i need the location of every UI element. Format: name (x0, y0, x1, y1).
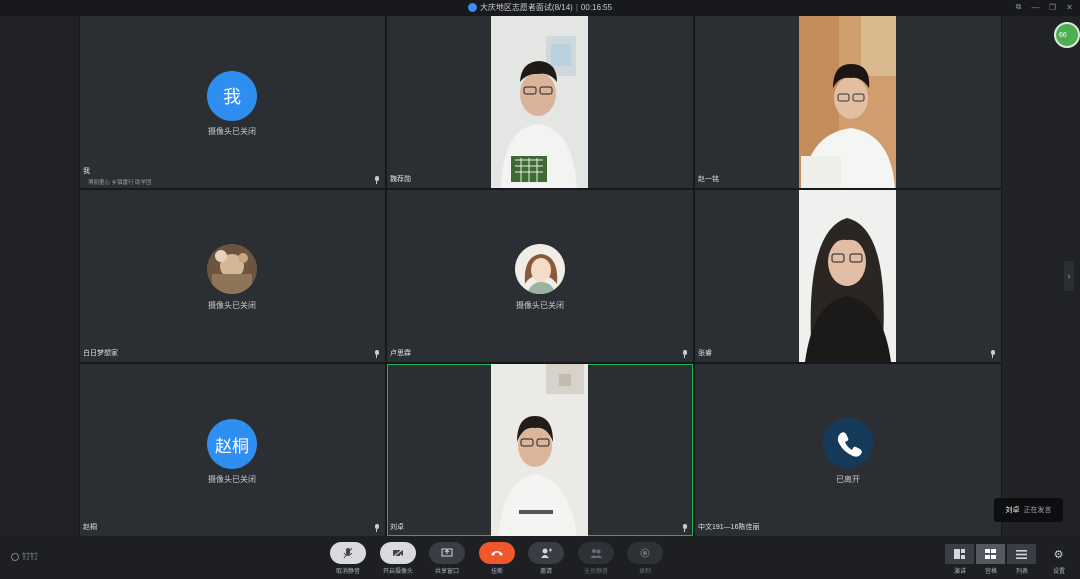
list-view-button[interactable] (1007, 544, 1036, 564)
participant-tile-avatar[interactable]: 摄像头已关闭 卢思霖 (387, 190, 693, 362)
meeting-toolbar: 钉钉 取消静音 开启摄像头 共享窗口 挂断 邀请 全员静音 录制 演讲 宫格 列… (0, 536, 1080, 579)
title-separator: | (575, 3, 578, 12)
invite-label: 邀请 (539, 569, 552, 575)
phone-icon (823, 418, 873, 468)
mic-icon (374, 176, 379, 184)
speaking-indicator: 刘卓 正在发言 (994, 498, 1063, 522)
participant-name: 魏荐勋 (390, 176, 411, 183)
participant-name: 赵桐 (83, 524, 97, 531)
settings-button[interactable]: ⚙ (1044, 544, 1073, 564)
participant-video-feed (799, 16, 896, 188)
participant-tile-left[interactable]: 已离开 中文191—16陈佳丽 (695, 364, 1001, 536)
participant-video-feed (799, 190, 896, 362)
participant-tile-me[interactable]: 我 摄像头已关闭 我 博丽童心 乡镇雷行 助学团 (80, 16, 385, 188)
mute-all-label: 全员静音 (583, 569, 608, 575)
camera-off-status: 摄像头已关闭 (208, 127, 256, 136)
record-button[interactable] (627, 542, 663, 564)
mic-icon (682, 524, 687, 532)
speaking-name: 刘卓 (1005, 507, 1020, 514)
hang-up-label: 挂断 (490, 569, 503, 575)
mute-all-button[interactable] (578, 542, 614, 564)
mic-icon (682, 350, 687, 358)
screen-share-icon (441, 548, 453, 557)
settings-label: 设置 (1052, 569, 1065, 575)
meeting-timer: 00:16:55 (580, 3, 613, 12)
left-status: 已离开 (836, 475, 860, 484)
participant-subtitle: 博丽童心 乡镇雷行 助学团 (88, 180, 152, 186)
dingtalk-logo: 钉钉 (11, 551, 38, 562)
avatar: 赵桐 (207, 419, 257, 469)
mute-all-icon (590, 549, 602, 558)
participant-tile-video[interactable]: 张睿 (695, 190, 1001, 362)
meeting-name: 大庆地区志愿者面试(8/14) (479, 3, 573, 12)
speaker-view-button[interactable] (945, 544, 974, 564)
start-camera-button[interactable] (380, 542, 416, 564)
participant-tile-active-speaker[interactable]: 刘卓 (387, 364, 693, 536)
avatar (515, 244, 565, 294)
share-screen-label: 共享窗口 (434, 569, 459, 575)
mic-muted-icon (343, 547, 353, 559)
start-camera-label: 开启摄像头 (382, 569, 413, 575)
mic-icon (990, 350, 995, 358)
meeting-title: 大庆地区志愿者面试(8/14) | 00:16:55 (0, 2, 1080, 13)
floating-badge[interactable]: 66 (1054, 22, 1080, 48)
restore-icon[interactable]: ❐ (1048, 2, 1057, 12)
hang-up-button[interactable] (479, 542, 515, 564)
title-bar: 大庆地区志愿者面试(8/14) | 00:16:55 ⧉ — ❐ ✕ (0, 0, 1080, 16)
record-label: 录制 (638, 569, 651, 575)
speaker-view-label: 演讲 (953, 569, 966, 575)
grid-view-label: 宫格 (984, 569, 997, 575)
participant-tile-video[interactable]: 魏荐勋 (387, 16, 693, 188)
pin-icon[interactable]: ⧉ (1014, 2, 1023, 12)
invite-button[interactable] (528, 542, 564, 564)
logo-text: 钉钉 (22, 552, 38, 561)
close-icon[interactable]: ✕ (1065, 2, 1074, 12)
minimize-icon[interactable]: — (1031, 2, 1040, 12)
participant-name: 张睿 (698, 350, 712, 357)
participant-name: 刘卓 (390, 524, 404, 531)
mic-icon (374, 524, 379, 532)
add-person-icon (541, 548, 552, 558)
share-screen-button[interactable] (429, 542, 465, 564)
next-page-arrow-icon[interactable]: › (1064, 261, 1074, 291)
right-margin: 66 › (1002, 16, 1080, 536)
avatar: 我 (207, 71, 257, 121)
hang-up-icon (491, 551, 503, 556)
unmute-button[interactable] (330, 542, 366, 564)
record-icon (640, 548, 650, 558)
meeting-app-icon (467, 3, 477, 12)
participant-tile-avatar[interactable]: 摄像头已关闭 白日梦想家 (80, 190, 385, 362)
avatar (823, 418, 873, 468)
grid-view-icon (985, 549, 996, 559)
camera-off-status: 摄像头已关闭 (208, 301, 256, 310)
grid-view-button[interactable] (976, 544, 1005, 564)
participant-tile-video[interactable]: 赵一铭 (695, 16, 1001, 188)
avatar (207, 244, 257, 294)
camera-off-status: 摄像头已关闭 (208, 475, 256, 484)
left-margin (0, 16, 79, 536)
speaker-view-icon (954, 549, 965, 559)
unmute-label: 取消静音 (335, 569, 360, 575)
camera-off-status: 摄像头已关闭 (516, 301, 564, 310)
dingtalk-icon (11, 552, 19, 561)
participant-name: 赵一铭 (698, 176, 719, 183)
mic-icon (374, 350, 379, 358)
participant-video-feed (491, 364, 588, 536)
list-view-label: 列表 (1015, 569, 1028, 575)
list-view-icon (1016, 549, 1027, 559)
participant-name: 中文191—16陈佳丽 (698, 524, 760, 531)
participant-name: 我 (83, 168, 90, 175)
participant-name: 白日梦想家 (83, 350, 118, 357)
video-stage: 66 › 我 摄像头已关闭 我 博丽童心 乡镇雷行 助学团 魏荐勋 赵一铭 摄像… (0, 16, 1080, 536)
speaking-status: 正在发言 (1023, 507, 1052, 514)
participant-video-feed (491, 16, 588, 188)
participant-tile-me-avatar[interactable]: 赵桐 摄像头已关闭 赵桐 (80, 364, 385, 536)
window-controls: ⧉ — ❐ ✕ (1014, 2, 1074, 12)
gear-icon: ⚙ (1053, 548, 1064, 561)
participant-name: 卢思霖 (390, 350, 411, 357)
camera-off-icon (392, 548, 404, 558)
